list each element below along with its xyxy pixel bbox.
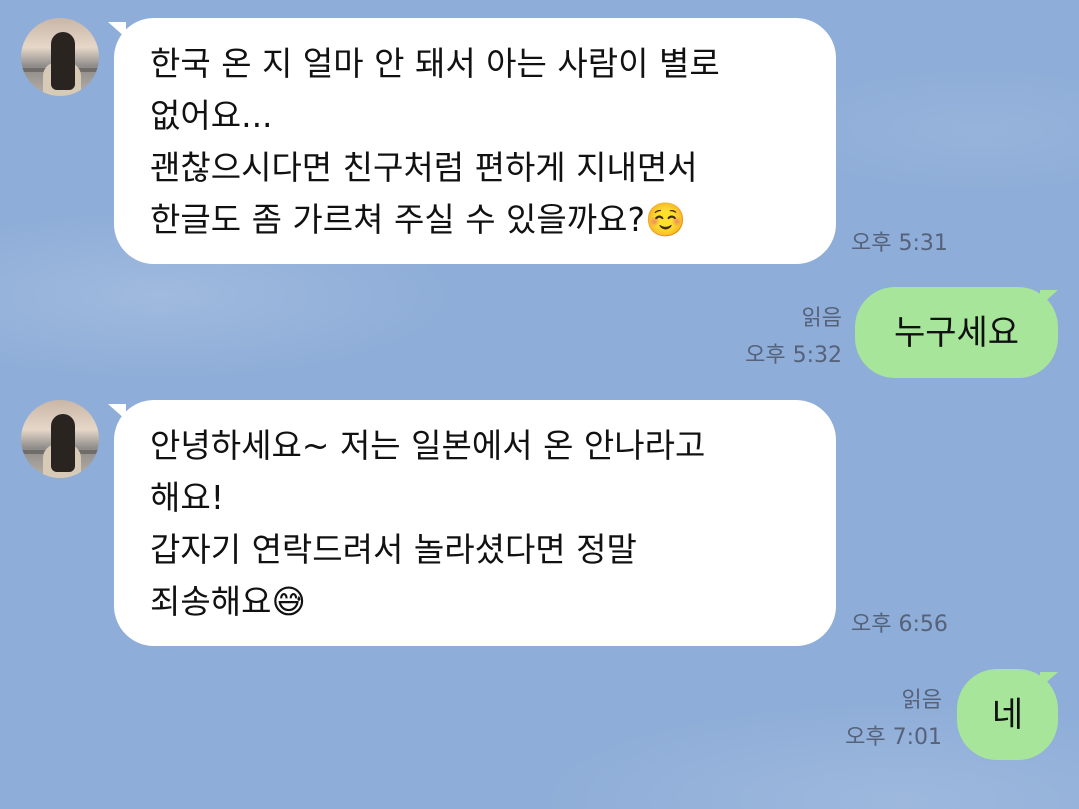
message-line: 한글도 좀 가르쳐 주실 수 있을까요? [150, 200, 646, 239]
sender-avatar[interactable] [21, 400, 99, 478]
message-line: 해요! [150, 478, 224, 517]
smiling-face-emoji: ☺️ [645, 200, 687, 239]
message-bubble-incoming[interactable]: 한국 온 지 얼마 안 돼서 아는 사람이 별로 없어요... 괜찮으시다면 친… [114, 18, 836, 264]
message-line: 죄송해요 [150, 582, 272, 621]
message-line: 갑자기 연락드려서 놀라셨다면 정말 [150, 530, 637, 569]
sweat-smile-emoji: 😅 [271, 582, 306, 621]
message-line: 괜찮으시다면 친구처럼 편하게 지내면서 [150, 148, 698, 187]
message-time: 오후 6:56 [851, 612, 948, 637]
read-receipt: 읽음 [801, 306, 842, 331]
message-time: 오후 7:01 [845, 725, 942, 750]
message-bubble-incoming[interactable]: 안녕하세요~ 저는 일본에서 온 안나라고 해요! 갑자기 연락드려서 놀라셨다… [114, 400, 836, 646]
message-line: 없어요... [150, 96, 273, 135]
message-line: 한국 온 지 얼마 안 돼서 아는 사람이 별로 [150, 44, 720, 83]
message-bubble-outgoing[interactable]: 누구세요 [855, 287, 1058, 378]
message-text: 누구세요 [893, 312, 1020, 353]
message-time: 오후 5:31 [851, 231, 948, 256]
read-receipt: 읽음 [901, 688, 942, 713]
message-text: 네 [991, 694, 1024, 735]
message-bubble-outgoing[interactable]: 네 [957, 669, 1058, 760]
sender-avatar[interactable] [21, 18, 99, 96]
message-line: 안녕하세요~ 저는 일본에서 온 안나라고 [150, 426, 706, 465]
message-time: 오후 5:32 [745, 343, 842, 368]
